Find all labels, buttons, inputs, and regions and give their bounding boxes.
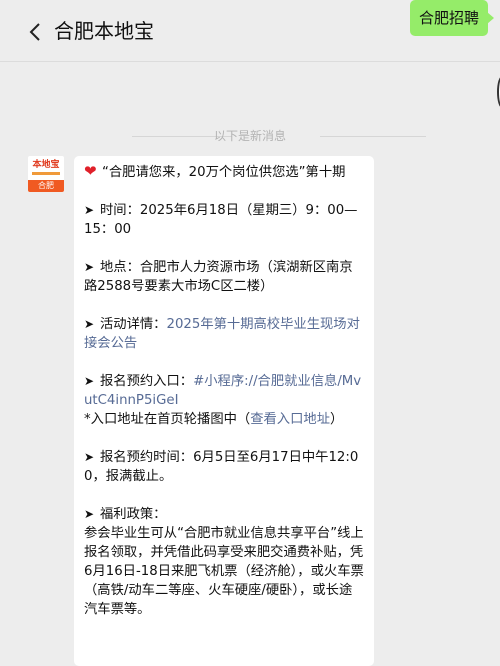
view-entry-link[interactable]: 查看入口地址 — [250, 412, 330, 427]
sender-avatar[interactable]: 本地宝 合肥 — [28, 156, 64, 192]
arrow-right-icon: ➤ — [84, 317, 95, 331]
entry-note-suffix: ） — [330, 412, 344, 427]
detail-label: 活动详情： — [100, 317, 167, 332]
time-paragraph: ➤ 时间：2025年6月18日（星期三）9：00—15：00 — [84, 201, 364, 239]
arrow-right-icon: ➤ — [84, 203, 95, 217]
arrow-right-icon: ➤ — [84, 450, 95, 464]
place-label: 地点： — [100, 260, 140, 275]
arrow-right-icon: ➤ — [84, 260, 95, 274]
entry-note-prefix: *入口地址在首页轮播图中（ — [84, 412, 251, 427]
entry-paragraph: ➤ 报名预约入口：#小程序://合肥就业信息/MvutC4innP5iGeI *入… — [84, 372, 364, 429]
arrow-right-icon: ➤ — [84, 507, 95, 521]
signup-paragraph: ➤ 报名预约时间：6月5日至6月17日中午12:00，报满截止。 — [84, 448, 364, 486]
heart-icon: ❤ — [84, 162, 97, 180]
signup-label: 报名预约时间： — [100, 450, 194, 465]
outgoing-message-bubble[interactable]: 合肥招聘 — [410, 0, 494, 36]
incoming-message-bubble[interactable]: ❤ “合肥请您来，20万个岗位供您选”第十期 ➤ 时间：2025年6月18日（星期三… — [74, 156, 374, 666]
chat-title: 合肥本地宝 — [54, 19, 154, 43]
avatar-city-band: 合肥 — [28, 180, 64, 192]
welfare-text: 参会毕业生可从“合肥市就业信息共享平台”线上报名领取，并凭借此码享受来肥交通费补… — [84, 526, 364, 617]
back-arrow-icon[interactable] — [28, 22, 42, 42]
headline-text: “合肥请您来，20万个岗位供您选”第十期 — [102, 165, 346, 180]
divider-line-right — [320, 136, 426, 137]
place-paragraph: ➤ 地点：合肥市人力资源市场（滨湖新区南京路2588号要素大市场C区二楼） — [84, 258, 364, 296]
entry-label: 报名预约入口： — [100, 374, 194, 389]
time-label: 时间： — [100, 203, 140, 218]
avatar-logo-stripe — [32, 172, 60, 175]
arrow-right-icon: ➤ — [84, 374, 95, 388]
detail-paragraph: ➤ 活动详情：2025年第十期高校毕业生现场对接会公告 — [84, 315, 364, 353]
welfare-label: 福利政策： — [100, 507, 167, 522]
welfare-paragraph: ➤ 福利政策： 参会毕业生可从“合肥市就业信息共享平台”线上报名领取，并凭借此码享… — [84, 505, 364, 619]
headline-paragraph: ❤ “合肥请您来，20万个岗位供您选”第十期 — [84, 162, 364, 182]
avatar-logo-text: 本地宝 — [32, 160, 60, 170]
